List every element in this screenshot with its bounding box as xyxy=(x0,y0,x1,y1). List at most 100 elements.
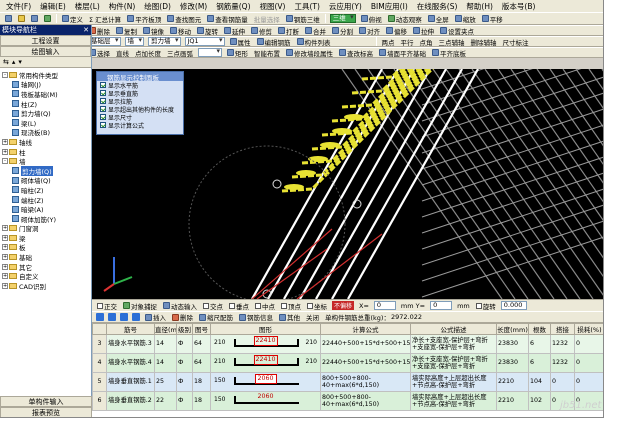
cell-name[interactable]: 墙身水平钢筋.4 xyxy=(106,353,155,373)
column-header[interactable]: 图号 xyxy=(192,323,211,335)
view-rebar-qty-button[interactable]: 查看钢筋量 xyxy=(206,14,249,24)
edit-rebar-button[interactable]: 编辑钢筋 xyxy=(256,37,292,46)
cell-code[interactable]: 18 xyxy=(192,372,211,392)
column-header[interactable]: 计算公式 xyxy=(320,323,411,335)
tree-node[interactable]: 梁(L) xyxy=(0,118,91,128)
delete-axis-button[interactable]: 删除辅轴 xyxy=(470,37,498,47)
table-row[interactable]: 3 墙身水平钢筋.3 14 Ф 64 210 22410 210 22440+500+15*d+… xyxy=(92,334,603,354)
perpendicular-checkbox[interactable] xyxy=(229,302,235,309)
cell-loss[interactable]: 0 xyxy=(574,334,603,354)
menu-item-13[interactable]: 版本号(B) xyxy=(502,1,536,12)
display-option-checkbox[interactable] xyxy=(100,98,106,104)
expand-icon[interactable]: + xyxy=(2,244,8,251)
two-point-button[interactable]: 两点 xyxy=(381,37,396,47)
edit-tool-1-button[interactable]: 复制 xyxy=(115,26,138,35)
cell-grade[interactable]: Ф xyxy=(176,372,193,392)
flush-bottom-button[interactable]: 平齐底板 xyxy=(431,48,467,57)
scale-rebar-button[interactable]: 缩尺配筋 xyxy=(198,312,234,322)
expand-icon[interactable]: + xyxy=(2,234,8,241)
cell-desc[interactable]: 墙实际高度+上层超出长度+节点高-保护层+弯折 xyxy=(410,391,497,411)
no-offset-select[interactable]: 不偏移 xyxy=(332,301,355,310)
cell-name[interactable]: 墙身垂直钢筋.1 xyxy=(106,372,155,392)
rotate-checkbox[interactable] xyxy=(475,302,482,309)
tree-node[interactable]: + 基础 xyxy=(0,252,91,262)
column-header[interactable] xyxy=(92,323,107,335)
tree-node[interactable]: + 自定义 xyxy=(0,271,91,281)
arc-mode-select[interactable] xyxy=(198,48,222,57)
batch-select-button[interactable]: 批量选择 xyxy=(253,14,281,24)
menu-item-5[interactable]: 修改(M) xyxy=(180,1,207,12)
menu-item-2[interactable]: 楼层(L) xyxy=(75,1,100,12)
tree-node[interactable]: -墙 xyxy=(0,156,91,166)
object-snap-toggle[interactable]: 对象捕捉 xyxy=(122,301,158,311)
cell-formula[interactable]: 22440+500+15*d+500+15*d+5*d xyxy=(320,334,411,354)
type-select[interactable]: 墙 xyxy=(124,37,144,46)
column-header[interactable]: 公式描述 xyxy=(410,323,497,335)
rebar-3d-button[interactable]: 钢筋三维 xyxy=(285,14,321,24)
summary-calc-button[interactable]: Σ 汇总计算 xyxy=(88,14,122,24)
next-record-icon[interactable] xyxy=(120,313,128,321)
smart-place-button[interactable]: 智能布置 xyxy=(253,48,281,58)
cell-num[interactable]: 4 xyxy=(92,353,107,373)
cell-num[interactable]: 5 xyxy=(92,372,107,392)
three-point-arc-button[interactable]: 三点画弧 xyxy=(166,48,194,58)
x-coord-input[interactable]: 0 xyxy=(373,301,396,310)
tree-node[interactable]: - 常用构件类型 xyxy=(0,70,91,80)
collapse-icon[interactable]: - xyxy=(2,71,8,78)
elevation-button[interactable]: 查改标高 xyxy=(338,48,374,57)
close-icon[interactable]: ✕ xyxy=(83,26,89,34)
other-button[interactable]: 其他 xyxy=(278,312,301,322)
tree-node[interactable]: + 柱 xyxy=(0,147,91,157)
menu-item-4[interactable]: 绘图(D) xyxy=(144,1,171,12)
floor-select[interactable]: 基础层 xyxy=(88,37,121,46)
zoom-button[interactable]: 缩放 xyxy=(454,14,477,24)
cell-dia[interactable]: 25 xyxy=(154,372,177,392)
cell-lap[interactable]: 1232 xyxy=(550,334,575,354)
edit-tool-2-button[interactable]: 镜像 xyxy=(142,26,165,35)
open-file-button[interactable] xyxy=(17,15,26,22)
column-header[interactable]: 级别 xyxy=(176,323,193,335)
cell-len[interactable]: 2210 xyxy=(496,372,529,392)
tree-node[interactable]: + 门窗洞 xyxy=(0,224,91,233)
edit-tool-10-button[interactable]: 对齐 xyxy=(358,26,381,35)
tree-collapse-icon[interactable]: ▴ xyxy=(12,58,16,66)
display-option-checkbox[interactable] xyxy=(100,122,106,128)
cell-desc[interactable]: 净长+支座宽-保护层+弯折+支座宽-保护层+弯折 xyxy=(410,334,497,354)
tree-node[interactable]: + 轴线 xyxy=(0,137,91,147)
cell-count[interactable]: 104 xyxy=(528,372,551,392)
edit-tool-5-button[interactable]: 延伸 xyxy=(223,26,246,35)
cell-formula[interactable]: 800+500+800-40+max(6*d,150) xyxy=(320,391,411,411)
expand-icon[interactable]: + xyxy=(2,225,8,232)
save-button[interactable] xyxy=(30,15,39,22)
cell-count[interactable]: 6 xyxy=(528,353,551,373)
tree-node[interactable]: + CAD识别 xyxy=(0,281,91,291)
new-file-button[interactable] xyxy=(4,15,13,22)
component-list-button[interactable]: 构件列表 xyxy=(296,37,332,46)
edit-tool-3-button[interactable]: 移动 xyxy=(169,26,192,35)
tree-node[interactable]: 剪力墙(Q) xyxy=(0,165,91,176)
cell-loss[interactable]: 0 xyxy=(574,372,603,392)
cell-desc[interactable]: 墙实际高度+上层超出长度+节点高-保护层+弯折 xyxy=(410,372,497,392)
edit-tool-4-button[interactable]: 旋转 xyxy=(196,26,219,35)
column-header[interactable]: 搭接 xyxy=(550,323,575,335)
tree-node[interactable]: 砌体加筋(Y) xyxy=(0,214,91,224)
column-header[interactable]: 长度(mm) xyxy=(496,323,529,335)
line-button[interactable]: 直线 xyxy=(115,48,130,58)
perpendicular-toggle[interactable]: 垂点 xyxy=(228,301,250,311)
cell-name[interactable]: 墙身水平钢筋.3 xyxy=(106,334,155,354)
tree-node[interactable]: 轴网(J) xyxy=(0,80,91,89)
tree-node[interactable]: 现浇板(B) xyxy=(0,128,91,137)
report-preview-button[interactable]: 报表预览 xyxy=(0,407,92,417)
tree-node[interactable]: + 板 xyxy=(0,243,91,252)
coordinate-toggle[interactable]: 坐标 xyxy=(306,301,328,311)
parallel-button[interactable]: 平行 xyxy=(400,37,415,47)
cell-figure[interactable]: 210 22410 210 xyxy=(210,334,321,354)
insert-button[interactable]: 插入 xyxy=(144,312,167,322)
tree-node[interactable]: + 其它 xyxy=(0,262,91,272)
table-row[interactable]: 5 墙身垂直钢筋.1 25 Ф 18 150 2060 800+500+800-40+max(… xyxy=(92,372,603,392)
expand-icon[interactable]: + xyxy=(2,138,8,145)
expand-icon[interactable]: + xyxy=(2,148,8,155)
cell-dia[interactable]: 22 xyxy=(154,391,177,411)
table-row[interactable]: 6 墙身垂直钢筋.2 22 Ф 18 150 2060 800+500+800-40+max(… xyxy=(92,391,603,411)
cell-lap[interactable]: 1232 xyxy=(550,353,575,373)
